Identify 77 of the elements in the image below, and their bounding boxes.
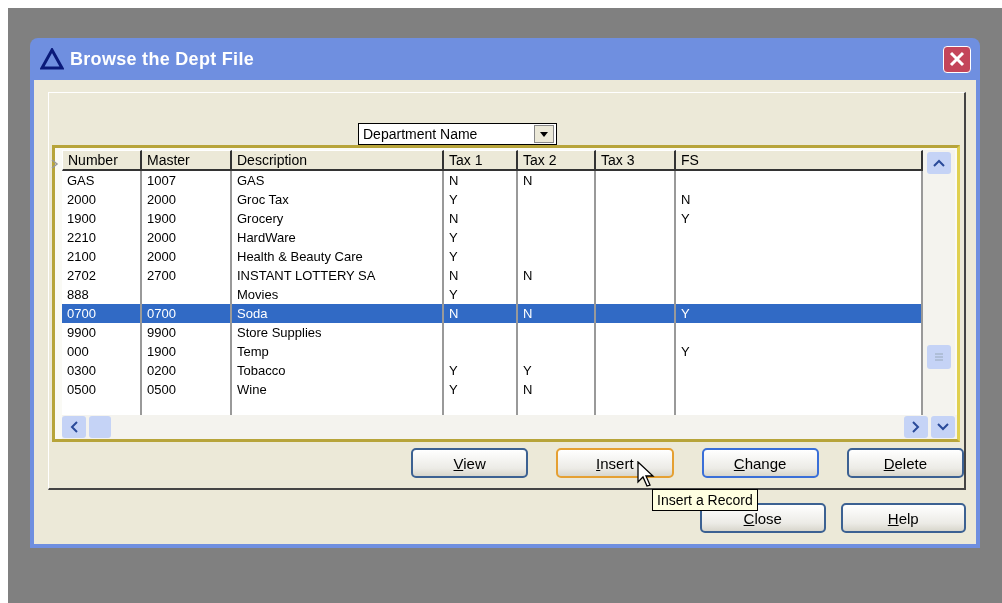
action-button[interactable]: Delete (846, 448, 964, 478)
table-cell: Grocery (232, 209, 444, 228)
table-cell: 2000 (142, 228, 232, 247)
table-cell: 9900 (62, 323, 142, 342)
action-button[interactable]: Change (701, 448, 819, 478)
table-cell: Y (444, 190, 518, 209)
sort-dropdown[interactable]: Department Name (358, 123, 557, 145)
table-cell: 2000 (142, 190, 232, 209)
table-cell: 0500 (62, 380, 142, 399)
table-cell: N (518, 171, 596, 190)
column-header[interactable]: Number (62, 150, 142, 171)
column-header[interactable]: Tax 3 (596, 150, 676, 171)
table-cell: 1900 (62, 209, 142, 228)
table-cell: 0700 (62, 304, 142, 323)
close-icon (949, 51, 965, 67)
action-button[interactable]: Insert (556, 448, 674, 478)
table-cell: 2100 (62, 247, 142, 266)
table-cell: 0200 (142, 361, 232, 380)
table-cell: 2210 (62, 228, 142, 247)
scroll-thumb[interactable] (89, 416, 111, 438)
table-cell: 2000 (142, 247, 232, 266)
table-cell: N (444, 266, 518, 285)
column-header[interactable]: Tax 1 (444, 150, 518, 171)
table-cell: 0700 (142, 304, 232, 323)
caret-icon (540, 131, 548, 137)
scroll-right-button[interactable] (904, 416, 928, 438)
column-header[interactable]: Master (142, 150, 232, 171)
dialog-button[interactable]: Help (840, 503, 966, 533)
table-cell: N (444, 304, 518, 323)
window-title: Browse the Dept File (70, 48, 256, 70)
table-cell: N (518, 380, 596, 399)
table-cell: Store Supplies (232, 323, 444, 342)
table-cell: Y (676, 304, 923, 323)
table-cell: Y (518, 361, 596, 380)
table-cell: Y (444, 380, 518, 399)
table-cell: 0300 (62, 361, 142, 380)
column-header[interactable]: Description (232, 150, 444, 171)
triangle-icon (40, 48, 64, 70)
table-cell: 0500 (142, 380, 232, 399)
mouse-pointer-icon (637, 461, 655, 487)
table-cell: HardWare (232, 228, 444, 247)
table-cell: Y (444, 228, 518, 247)
table-cell: Y (444, 361, 518, 380)
column-header[interactable]: Tax 2 (518, 150, 596, 171)
table-cell: 2000 (62, 190, 142, 209)
scroll-left-button[interactable] (62, 416, 86, 438)
table-cell: INSTANT LOTTERY SA (232, 266, 444, 285)
tooltip: Insert a Record (652, 489, 758, 511)
table-cell: N (518, 266, 596, 285)
table-cell: 1900 (142, 209, 232, 228)
table-cell: Groc Tax (232, 190, 444, 209)
table-cell: Y (444, 247, 518, 266)
scroll-thumb[interactable] (927, 345, 951, 369)
table-cell: 000 (62, 342, 142, 361)
table-cell: 2702 (62, 266, 142, 285)
table-cell: 1900 (142, 342, 232, 361)
column-header[interactable]: FS (676, 150, 923, 171)
row-marker-icon (51, 159, 59, 169)
horizontal-scrollbar[interactable] (62, 415, 957, 439)
table-cell: Temp (232, 342, 444, 361)
table-cell: Soda (232, 304, 444, 323)
scroll-down-button[interactable] (931, 416, 955, 438)
table-cell: GAS (232, 171, 444, 190)
table-cell: 9900 (142, 323, 232, 342)
table-cell: Health & Beauty Care (232, 247, 444, 266)
table-cell: Wine (232, 380, 444, 399)
action-button[interactable]: View (411, 448, 529, 478)
table-cell: Tobacco (232, 361, 444, 380)
scroll-up-button[interactable] (927, 152, 951, 174)
table-cell: GAS (62, 171, 142, 190)
table-cell: N (518, 304, 596, 323)
table-cell: N (444, 209, 518, 228)
vertical-scrollbar[interactable] (923, 150, 955, 415)
table-cell: 2700 (142, 266, 232, 285)
table-cell: 1007 (142, 171, 232, 190)
table-cell: N (444, 171, 518, 190)
close-button[interactable] (943, 45, 971, 73)
